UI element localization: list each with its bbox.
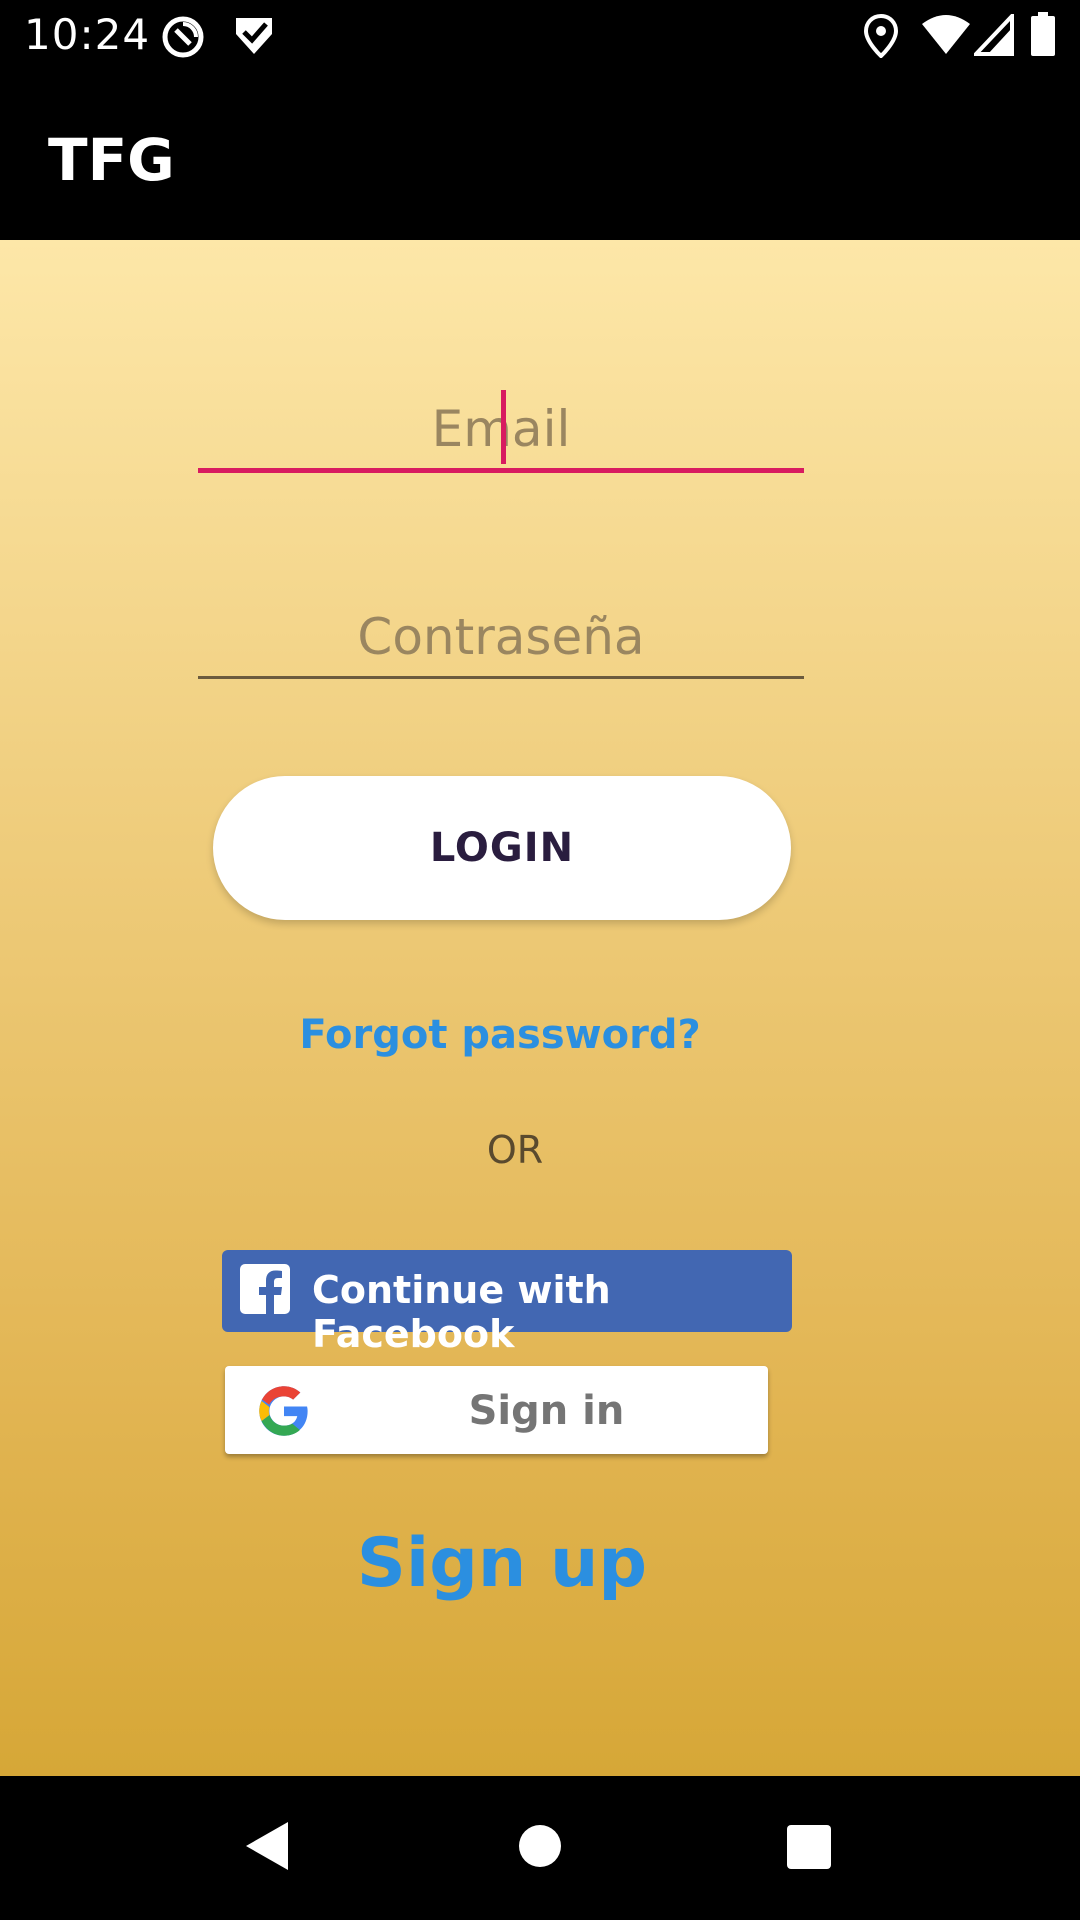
app-title: TFG — [48, 126, 175, 194]
app-bar: TFG — [0, 72, 1080, 240]
status-bar: 10:24 — [0, 0, 1080, 72]
password-placeholder: Contraseña — [357, 608, 645, 666]
facebook-icon — [240, 1264, 290, 1314]
password-underline — [198, 676, 804, 679]
email-underline — [198, 468, 804, 473]
wifi-icon — [922, 14, 970, 61]
back-icon[interactable] — [244, 1820, 290, 1877]
login-screen: Email Contraseña LOGIN Forgot password? … — [0, 240, 1080, 1776]
forgot-password-link[interactable]: Forgot password? — [0, 1012, 1000, 1058]
home-icon[interactable] — [518, 1820, 562, 1877]
check-shield-icon — [232, 14, 276, 63]
login-button[interactable]: LOGIN — [213, 776, 791, 920]
text-cursor — [501, 390, 506, 464]
facebook-login-button[interactable]: Continue with Facebook — [222, 1250, 792, 1356]
navigation-bar — [0, 1776, 1080, 1920]
or-divider-label: OR — [486, 1128, 544, 1172]
no-disturb-icon — [160, 14, 206, 65]
facebook-button-label: Continue with Facebook — [312, 1268, 611, 1356]
google-icon — [257, 1384, 311, 1438]
signup-link[interactable]: Sign up — [0, 1524, 1004, 1603]
status-time: 10:24 — [24, 10, 151, 59]
location-icon — [863, 13, 899, 63]
battery-icon — [1030, 12, 1056, 61]
google-button-label: Sign in — [468, 1388, 625, 1434]
google-signin-button[interactable]: Sign in — [225, 1366, 768, 1454]
recents-icon[interactable] — [786, 1824, 832, 1875]
signal-icon — [971, 10, 1014, 61]
